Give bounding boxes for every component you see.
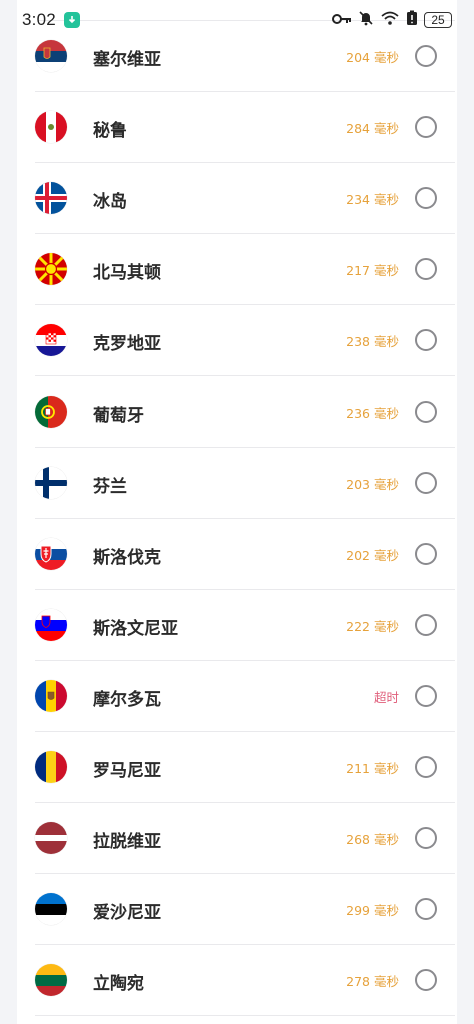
server-name: 冰岛 <box>93 192 127 213</box>
server-latency: 211 毫秒 <box>346 761 399 776</box>
server-row-slovakia[interactable]: 斯洛伐克 202 毫秒 <box>35 519 455 590</box>
server-row-iceland[interactable]: 冰岛 234 毫秒 <box>35 163 455 235</box>
download-notification-icon <box>63 12 80 28</box>
server-row-finland[interactable]: 芬兰 203 毫秒 <box>35 448 455 519</box>
server-select-radio[interactable] <box>415 329 437 352</box>
slovakia-flag-icon <box>35 537 67 570</box>
server-name: 斯洛伐克 <box>93 547 161 568</box>
server-name: 爱沙尼亚 <box>93 903 161 924</box>
romania-flag-icon <box>35 751 67 783</box>
server-latency: 278 毫秒 <box>346 974 399 990</box>
server-select-radio[interactable] <box>415 116 437 139</box>
moldova-flag-icon <box>35 679 67 712</box>
server-select-radio[interactable] <box>415 258 437 281</box>
server-select-radio[interactable] <box>415 898 437 921</box>
server-select-radio[interactable] <box>415 187 437 210</box>
server-row-north-macedonia[interactable]: 北马其顿 217 毫秒 <box>35 234 455 306</box>
server-select-radio[interactable] <box>415 613 437 636</box>
server-latency: 217 毫秒 <box>346 263 399 279</box>
server-list: 塞尔维亚 204 毫秒秘鲁 284 毫秒冰岛 234 毫秒北马其顿 217 毫秒克罗地亚… <box>17 0 457 1024</box>
vpn-key-icon <box>332 10 352 30</box>
server-row-peru[interactable]: 秘鲁 284 毫秒 <box>35 92 455 164</box>
server-latency: 234 毫秒 <box>346 192 399 208</box>
server-name: 芬兰 <box>93 476 127 497</box>
server-latency: 222 毫秒 <box>346 618 399 634</box>
slovenia-flag-icon <box>35 608 67 641</box>
server-select-radio[interactable] <box>415 542 437 565</box>
server-row-estonia[interactable]: 爱沙尼亚 299 毫秒 <box>35 874 455 946</box>
server-latency: 236 毫秒 <box>346 405 399 421</box>
portugal-flag-icon <box>35 395 67 428</box>
server-row-latvia[interactable]: 拉脱维亚 268 毫秒 <box>35 803 455 875</box>
server-select-radio[interactable] <box>415 969 437 992</box>
server-name: 塞尔维亚 <box>93 50 161 70</box>
server-select-radio[interactable] <box>415 471 437 494</box>
server-latency: 284 毫秒 <box>346 121 399 137</box>
server-row-lithuania[interactable]: 立陶宛 278 毫秒 <box>35 945 455 1017</box>
server-select-radio[interactable] <box>415 756 437 778</box>
server-latency: 204 毫秒 <box>346 50 399 65</box>
battery-alert-icon <box>406 10 418 31</box>
server-name: 葡萄牙 <box>93 405 144 426</box>
server-row-croatia[interactable]: 克罗地亚 238 毫秒 <box>35 305 455 377</box>
server-name: 克罗地亚 <box>93 334 161 355</box>
status-time: 3:02 <box>22 10 56 29</box>
server-select-radio[interactable] <box>415 45 437 67</box>
status-bar: 3:02 25 <box>0 0 474 40</box>
server-latency: 203 毫秒 <box>346 476 399 492</box>
server-name: 斯洛文尼亚 <box>93 618 178 639</box>
server-name: 北马其顿 <box>93 263 161 284</box>
server-latency: 238 毫秒 <box>346 334 399 350</box>
server-name: 拉脱维亚 <box>93 832 161 853</box>
server-row-romania[interactable]: 罗马尼亚 211 毫秒 <box>35 732 455 803</box>
server-latency: 299 毫秒 <box>346 903 399 919</box>
croatia-flag-icon <box>35 324 67 357</box>
iceland-flag-icon <box>35 182 67 215</box>
server-row-portugal[interactable]: 葡萄牙 236 毫秒 <box>35 377 455 448</box>
server-name: 罗马尼亚 <box>93 761 161 781</box>
estonia-flag-icon <box>35 893 67 926</box>
peru-flag-icon <box>35 111 67 144</box>
wifi-icon <box>380 10 400 31</box>
lithuania-flag-icon <box>35 964 67 997</box>
server-select-radio[interactable] <box>415 684 437 707</box>
server-name: 立陶宛 <box>93 974 144 995</box>
north-macedonia-flag-icon <box>35 253 67 286</box>
latvia-flag-icon <box>35 822 67 855</box>
server-select-radio[interactable] <box>415 827 437 850</box>
status-icons: 25 <box>332 10 452 31</box>
battery-level: 25 <box>424 12 452 28</box>
serbia-flag-icon <box>35 40 67 72</box>
bell-muted-icon <box>358 10 374 31</box>
server-latency: 202 毫秒 <box>346 547 399 563</box>
server-latency: 超时 <box>373 689 399 705</box>
server-select-radio[interactable] <box>415 400 437 423</box>
server-latency: 268 毫秒 <box>346 832 399 848</box>
server-row-slovenia[interactable]: 斯洛文尼亚 222 毫秒 <box>35 590 455 661</box>
server-name: 摩尔多瓦 <box>93 689 161 710</box>
server-name: 秘鲁 <box>93 121 127 142</box>
server-row-moldova[interactable]: 摩尔多瓦 超时 <box>35 661 455 732</box>
finland-flag-icon <box>35 466 67 499</box>
